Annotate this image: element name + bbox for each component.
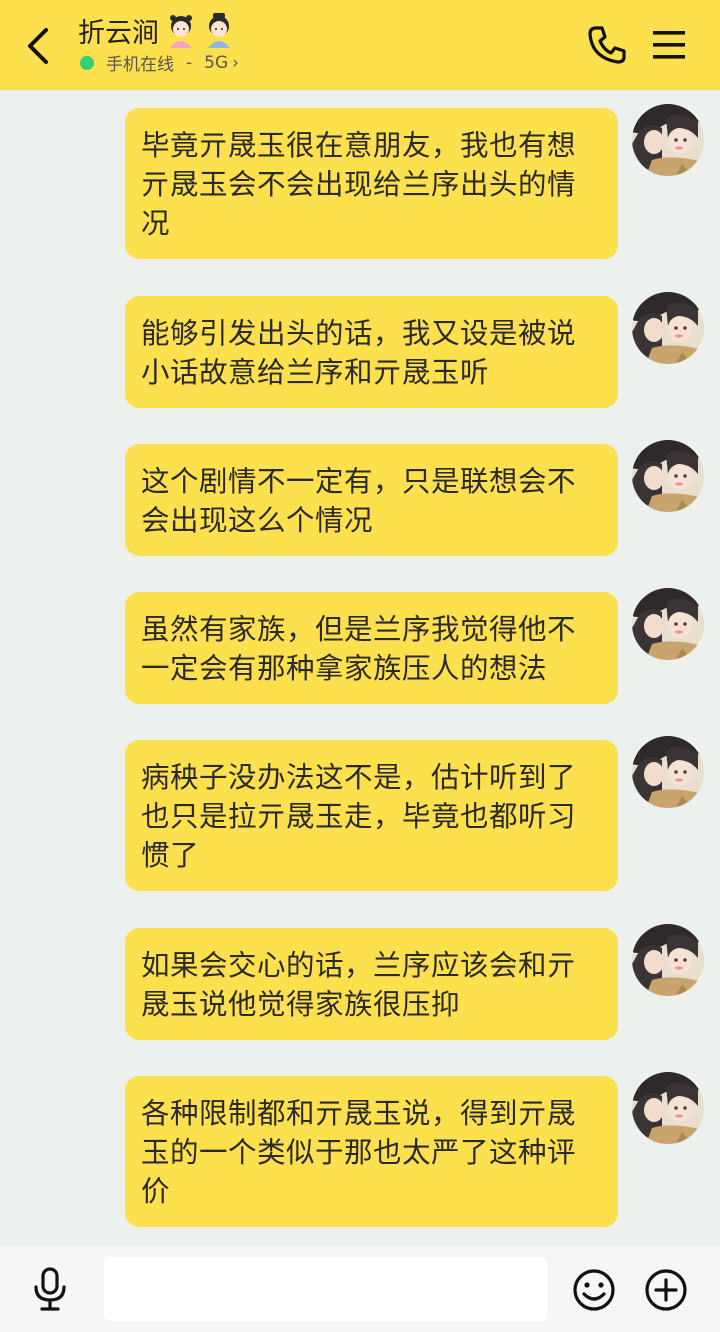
message-bubble[interactable]: 这个剧情不一定有，只是联想会不会出现这么个情况	[125, 444, 618, 556]
status-separator: -	[186, 52, 193, 73]
message-bubble[interactable]: 能够引发出头的话，我又设是被说小话故意给兰序和亓晟玉听	[125, 296, 618, 408]
contact-name[interactable]: 折云涧	[78, 11, 159, 50]
user-avatar[interactable]	[632, 588, 704, 660]
message-bubble[interactable]: 虽然有家族，但是兰序我觉得他不一定会有那种拿家族压人的想法	[125, 592, 618, 704]
message-bubble[interactable]: 如果会交心的话，兰序应该会和亓晟玉说他觉得家族很压抑	[125, 928, 618, 1040]
plus-icon[interactable]	[644, 1268, 688, 1312]
network-label: 5G	[204, 52, 229, 73]
user-avatar[interactable]	[632, 440, 704, 512]
online-indicator	[80, 55, 94, 70]
title-row: 折云涧	[78, 10, 235, 50]
user-avatar[interactable]	[632, 1072, 704, 1144]
avatar-sticker-girl-icon	[170, 15, 192, 48]
user-avatar[interactable]	[632, 292, 704, 364]
phone-icon[interactable]	[586, 24, 628, 66]
message-bubble[interactable]: 各种限制都和亓晟玉说，得到亓晟玉的一个类似于那也太严了这种评价	[125, 1076, 618, 1227]
microphone-icon[interactable]	[30, 1266, 70, 1312]
emoji-icon[interactable]	[572, 1268, 616, 1312]
avatar-sticker-boy-icon	[208, 13, 230, 48]
chevron-right-icon: ›	[232, 52, 239, 73]
input-bar	[0, 1246, 720, 1332]
message-bubble[interactable]: 病秧子没办法这不是，估计听到了也只是拉亓晟玉走，毕竟也都听习惯了	[125, 740, 618, 891]
user-avatar[interactable]	[632, 924, 704, 996]
online-status[interactable]: 手机在线 - 5G ›	[80, 50, 239, 75]
message-input[interactable]	[104, 1257, 547, 1321]
user-avatar[interactable]	[632, 736, 704, 808]
back-arrow-icon[interactable]	[22, 24, 56, 68]
status-text: 手机在线	[106, 55, 174, 75]
user-avatar[interactable]	[632, 104, 704, 176]
menu-icon[interactable]	[651, 28, 687, 62]
chat-header: 折云涧 手机在线 - 5G ›	[0, 0, 720, 90]
message-bubble[interactable]: 毕竟亓晟玉很在意朋友，我也有想亓晟玉会不会出现给兰序出头的情况	[125, 108, 618, 259]
